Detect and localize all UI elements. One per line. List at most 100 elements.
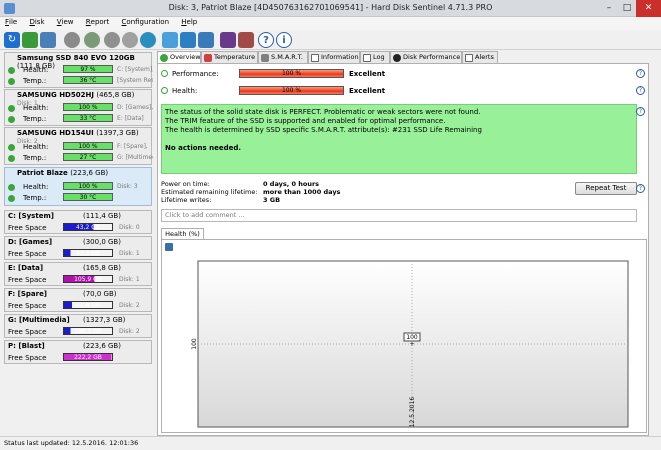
disk-info-icon[interactable] [220,32,236,48]
volume-name: D: [Games] [8,238,53,246]
minimize-button[interactable]: – [600,0,618,17]
volume-disk: Disk: 2 [119,328,140,335]
free-space-label: Free Space [8,328,47,336]
free-space-bar: 43,3 GB [63,249,113,257]
volume-item[interactable]: P: [Blast] (223,6 GB) Free Space 222,2 GB [4,340,152,364]
backup-icon[interactable] [198,32,214,48]
volume-item[interactable]: G: [Multimedia] (1327,3 GB) Free Space 190,… [4,314,152,338]
menu-configuration[interactable]: Configuration [117,17,174,27]
help-icon[interactable]: ? [636,107,645,116]
menu-disk[interactable]: Disk [24,17,49,27]
volume-size: (70,0 GB) [83,290,117,298]
repeat-test-button[interactable]: Repeat Test [575,182,637,195]
health-chart-area: 100 12.5.2016 100 + [161,239,647,433]
maximize-button[interactable]: □ [618,0,636,17]
volume-size: (111,4 GB) [83,212,121,220]
health-main-label: Health: [172,87,198,95]
comment-input[interactable]: Click to add comment ... [161,209,637,222]
volume-item[interactable]: D: [Games] (300,0 GB) Free Space 43,3 GB Dis… [4,236,152,260]
performance-rating: Excellent [349,70,386,78]
volume-disk: Disk: 2 [119,302,140,309]
window-title: Disk: 3, Patriot Blaze [4D45076316270106… [168,3,493,12]
free-space-bar: 190,1 GB [63,327,113,335]
free-space-label: Free Space [8,224,47,232]
info-icon[interactable]: i [276,32,292,48]
disk-settings-icon[interactable] [122,32,138,48]
temp-bar: 33 °C [63,114,113,122]
free-space-bar: 11,6 GB [63,301,113,309]
report-icon[interactable] [40,32,56,48]
temp-bar: 36 °C [63,76,113,84]
disk-item-selected[interactable]: Patriot Blaze (223,6 GB) Health: 100 % D… [4,167,152,206]
tab-bar: Overview Temperature S.M.A.R.T. Informat… [157,51,661,64]
free-space-bar: 105,9 GB [63,275,113,283]
temp-ok-icon [8,116,15,123]
help-icon[interactable]: ? [636,69,645,78]
gauge-icon [393,54,401,62]
volume-name: P: [Blast] [8,342,45,350]
help-icon[interactable]: ? [258,32,274,48]
network-icon[interactable] [140,32,156,48]
close-button[interactable]: ✕ [636,0,661,17]
menu-file[interactable]: File [0,17,22,27]
help-icon[interactable]: ? [636,184,645,193]
lifetime-writes-row: Lifetime writes: 3 GB [161,196,281,204]
disk-volumes: C: [System], [117,66,153,73]
sync-icon[interactable] [180,32,196,48]
menu-report[interactable]: Report [81,17,115,27]
disk-number: Disk: 3 [117,183,138,190]
free-space-bar: 222,2 GB [63,353,113,361]
volume-name: C: [System] [8,212,54,220]
disk-test-icon[interactable] [64,32,80,48]
volume-disk: Disk: 1 [119,250,140,257]
temp-label: Temp.: [23,115,47,123]
power-on-row: Power on time: 0 days, 0 hours [161,180,320,188]
alert-icon [465,54,473,62]
volume-name: E: [Data] [8,264,44,272]
performance-bar: 100 % [239,69,344,78]
disk-item[interactable]: SAMSUNG HD154UI (1397,3 GB) Disk: 2 Heal… [4,127,153,165]
disk-tools-icon[interactable] [104,32,120,48]
send-report-icon[interactable] [162,32,178,48]
health-label: Health: [23,66,49,74]
y-tick-label: 100 [191,338,198,350]
menu-view[interactable]: View [52,17,79,27]
disk-check-icon[interactable] [22,32,38,48]
overview-panel: Performance: 100 % Excellent ? Health: 1… [157,63,649,436]
volume-disk: Disk: 1 [119,276,140,283]
status-bar: Status last updated: 12.5.2016. 12:01:36 [0,436,661,450]
surface-test-icon[interactable] [84,32,100,48]
volume-item[interactable]: F: [Spare] (70,0 GB) Free Space 11,6 GB Disk… [4,288,152,312]
tab-disk-performance[interactable]: Disk Performance [390,51,462,63]
tab-information[interactable]: Information [308,51,360,63]
menu-bar: File Disk View Report Configuration Help [0,17,661,30]
refresh-icon[interactable]: ↻ [4,32,20,48]
health-bar: 100 % [63,103,113,111]
health-rating: Excellent [349,87,386,95]
volume-name: G: [Multimedia] [8,316,70,324]
help-icon[interactable]: ? [636,86,645,95]
health-bar: 100 % [63,142,113,150]
volume-item[interactable]: E: [Data] (165,8 GB) Free Space 105,9 GB Dis… [4,262,152,286]
volume-disk: Disk: 0 [119,224,140,231]
performance-label: Performance: [172,70,219,78]
disk-volumes: D: [Games], [117,104,153,111]
health-main-bar: 100 % [239,86,344,95]
health-ok-icon [8,67,15,74]
volume-size: (223,6 GB) [83,342,121,350]
temp-ok-icon [8,195,15,202]
alert-config-icon[interactable] [238,32,254,48]
disk-item[interactable]: Samsung SSD 840 EVO 120GB (111,8 GB) Hea… [4,52,153,88]
tab-alerts[interactable]: Alerts [462,51,498,63]
tab-smart[interactable]: S.M.A.R.T. [258,51,308,63]
volume-item[interactable]: C: [System] (111,4 GB) Free Space 43,2 GB Di… [4,210,152,234]
volume-size: (300,0 GB) [83,238,121,246]
disk-item[interactable]: SAMSUNG HD502HJ (465,8 GB) Disk: 1 Healt… [4,89,153,126]
tab-temperature[interactable]: Temperature [201,51,258,63]
tab-log[interactable]: Log [360,51,390,63]
health-ok-icon [8,144,15,151]
status-line: The health is determined by SSD specific… [165,126,482,134]
disk-volumes: G: [Multimed [117,154,153,161]
disk-volumes: E: [Data] [117,115,144,122]
menu-help[interactable]: Help [176,17,202,27]
